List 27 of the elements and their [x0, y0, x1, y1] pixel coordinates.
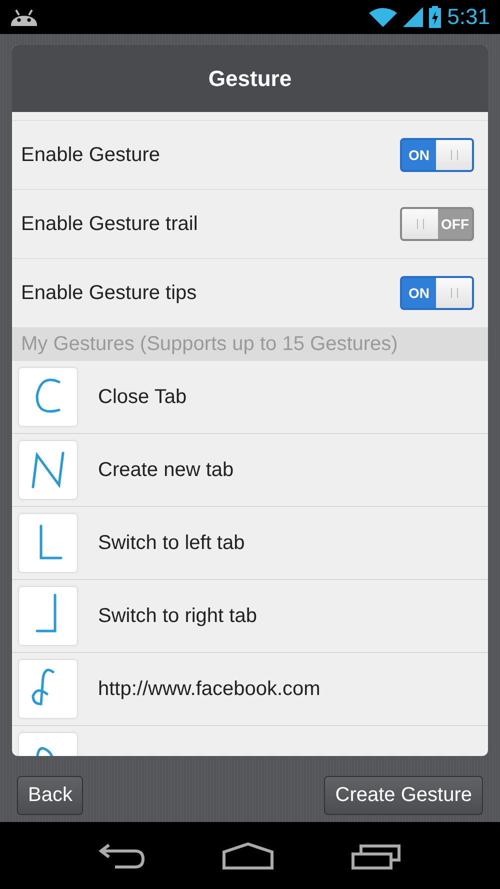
back-button[interactable]: Back	[17, 776, 84, 815]
gesture-name[interactable]: Switch to right tab	[98, 604, 257, 628]
toggle-switch[interactable]: ON	[400, 138, 474, 172]
gesture-thumbnail	[19, 441, 77, 499]
gesture-name[interactable]: Close Tab	[98, 386, 187, 408]
create-gesture-button[interactable]: Create Gesture	[324, 776, 483, 815]
android-icon	[10, 8, 38, 26]
setting-label: Enable Gesture trail	[21, 212, 199, 236]
gesture-name[interactable]: Switch to left tab	[98, 532, 245, 554]
setting-label: Enable Gesture tips	[21, 282, 198, 304]
gesture-name[interactable]: http://www.facebook.com	[98, 678, 320, 700]
dialog-title: Gesture	[12, 45, 488, 112]
setting-label: Enable Gesture	[21, 144, 161, 166]
home-nav-icon[interactable]	[222, 842, 274, 870]
signal-icon	[403, 7, 424, 27]
gesture-thumbnail	[19, 587, 77, 645]
wifi-icon	[369, 7, 398, 27]
gesture-name[interactable]: Create new tab	[98, 458, 234, 482]
recent-apps-icon[interactable]	[351, 842, 402, 870]
gesture-thumbnail	[19, 660, 77, 718]
gesture-thumbnail	[19, 368, 77, 426]
battery-icon	[429, 6, 442, 28]
section-header: My Gestures (Supports up to 15 Gestures)	[12, 328, 488, 361]
gesture-thumbnail	[19, 514, 77, 572]
back-nav-icon[interactable]	[98, 842, 145, 868]
toggle-switch[interactable]: ON	[400, 276, 474, 310]
clock-time: 5:31	[447, 4, 490, 30]
